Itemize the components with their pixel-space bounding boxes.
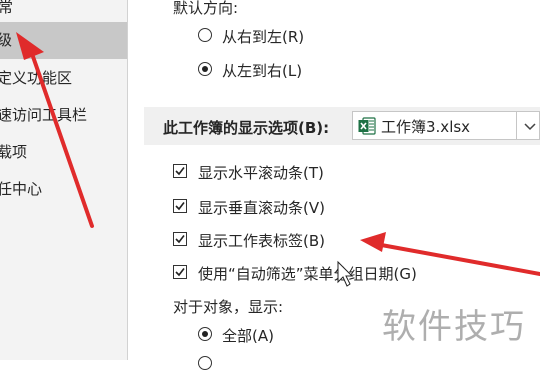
radio-left-to-right-label[interactable]: 从左到右(L) <box>222 60 302 81</box>
radio-right-to-left-label[interactable]: 从右到左(R) <box>222 26 304 47</box>
options-sidebar: 常 级 定义功能区 速访问工具栏 载项 任中心 <box>0 0 128 360</box>
objects-heading: 对于对象，显示: <box>173 298 284 316</box>
checkmark-icon <box>175 167 185 176</box>
show-horizontal-scrollbar-label[interactable]: 显示水平滚动条(T) <box>198 162 324 183</box>
checkmark-icon <box>175 235 185 244</box>
show-sheet-tabs-label[interactable]: 显示工作表标签(B) <box>198 230 325 251</box>
sidebar-item-label: 载项 <box>0 143 28 161</box>
excel-icon <box>358 117 376 135</box>
workbook-options-section: 此工作簿的显示选项(B): 工作簿3.xlsx <box>144 107 540 145</box>
radio-show-all-objects-label[interactable]: 全部(A) <box>222 325 274 346</box>
select-divider <box>516 112 517 139</box>
sidebar-item-quick-access-toolbar[interactable]: 速访问工具栏 <box>0 97 127 134</box>
radio-left-to-right[interactable] <box>198 62 212 76</box>
chevron-down-icon[interactable] <box>523 120 537 132</box>
workbook-options-title: 此工作簿的显示选项(B): <box>163 119 330 137</box>
checkmark-icon <box>175 202 185 211</box>
checkmark-icon <box>175 268 185 277</box>
group-dates-autofilter-label[interactable]: 使用“自动筛选”菜单分组日期(G) <box>198 263 417 284</box>
checkbox-show-sheet-tabs[interactable] <box>173 232 187 246</box>
sidebar-item-trust-center[interactable]: 任中心 <box>0 171 127 208</box>
sidebar-item-advanced[interactable]: 级 <box>0 22 127 59</box>
watermark-text: 软件技巧 <box>382 307 526 347</box>
sidebar-item-label: 任中心 <box>0 180 43 198</box>
checkbox-group-dates-autofilter[interactable] <box>173 265 187 279</box>
workbook-select-value: 工作簿3.xlsx <box>381 118 471 136</box>
radio-right-to-left[interactable] <box>198 28 212 42</box>
sidebar-item-label: 定义功能区 <box>0 69 73 87</box>
workbook-select[interactable]: 工作簿3.xlsx <box>352 111 540 140</box>
sidebar-item-customize-ribbon[interactable]: 定义功能区 <box>0 60 127 97</box>
annotation-arrowhead-sheet-tabs <box>360 232 386 252</box>
sidebar-item-add-ins[interactable]: 载项 <box>0 134 127 171</box>
radio-show-all-objects[interactable] <box>198 327 212 341</box>
checkbox-show-vertical-scrollbar[interactable] <box>173 199 187 213</box>
radio-show-nothing-objects[interactable] <box>198 356 212 370</box>
show-vertical-scrollbar-label[interactable]: 显示垂直滚动条(V) <box>198 197 325 218</box>
default-direction-heading: 默认方向: <box>173 0 239 17</box>
sidebar-item-label: 速访问工具栏 <box>0 106 88 124</box>
sidebar-item-label: 级 <box>0 22 12 59</box>
checkbox-show-horizontal-scrollbar[interactable] <box>173 164 187 178</box>
